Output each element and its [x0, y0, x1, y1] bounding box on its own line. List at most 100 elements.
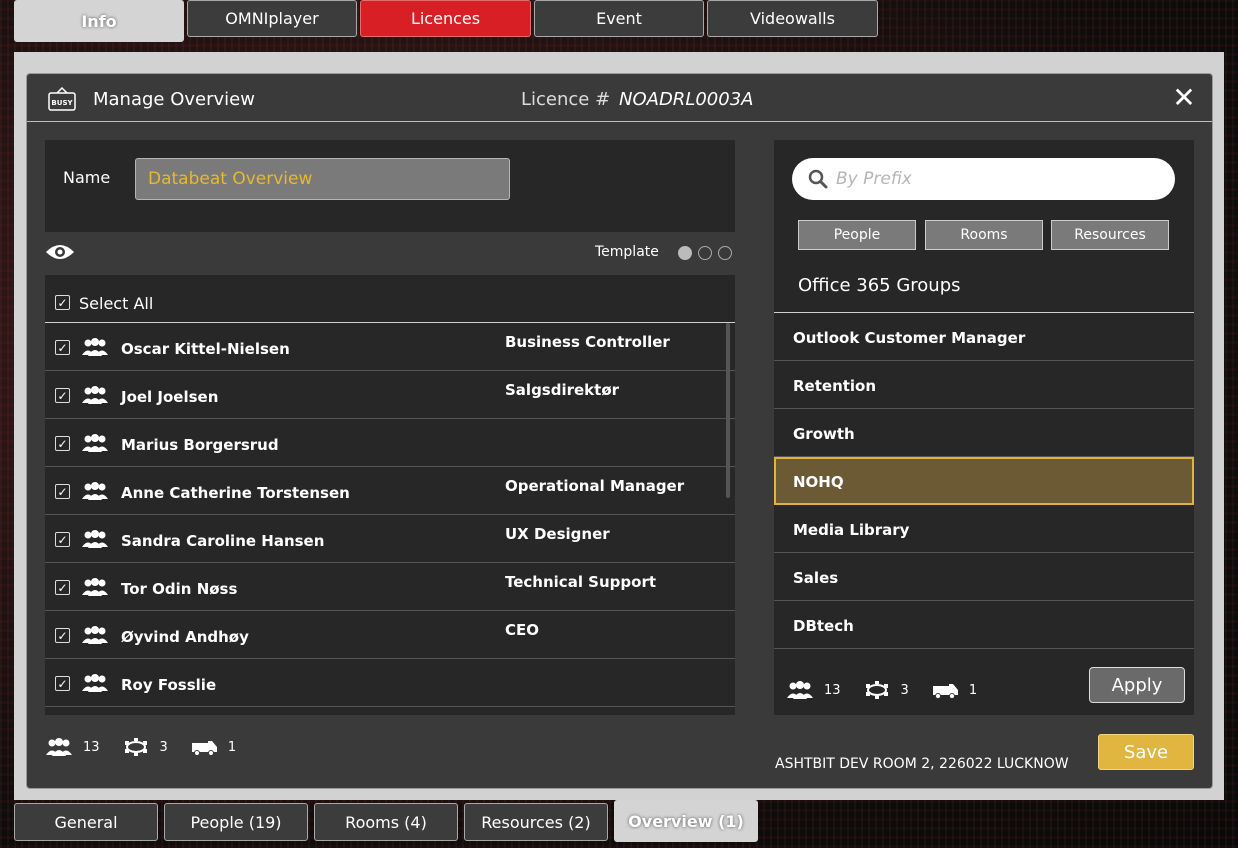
person-group-icon: [81, 577, 109, 597]
search-box[interactable]: [792, 158, 1175, 200]
group-item[interactable]: Retention: [774, 361, 1194, 409]
tab-licences[interactable]: Licences: [360, 0, 531, 37]
person-checkbox[interactable]: ✓: [55, 340, 70, 355]
list-scrollbar[interactable]: [726, 323, 730, 498]
person-group-icon: [81, 481, 109, 501]
tab-rooms[interactable]: Rooms (4): [314, 803, 458, 841]
tab-general[interactable]: General: [14, 803, 158, 841]
tab-info[interactable]: Info: [14, 0, 184, 42]
tab-videowalls[interactable]: Videowalls: [707, 0, 878, 37]
name-section: Name: [45, 140, 735, 232]
name-label: Name: [63, 168, 111, 187]
person-checkbox[interactable]: ✓: [55, 436, 70, 451]
name-input[interactable]: [135, 158, 510, 200]
person-group-icon: [81, 673, 109, 693]
group-item[interactable]: NOHQ: [774, 457, 1194, 505]
select-all-checkbox[interactable]: ✓: [55, 295, 70, 310]
group-item[interactable]: Growth: [774, 409, 1194, 457]
dialog-header: BUSY Manage Overview Licence # NOADRL000…: [27, 74, 1212, 122]
person-group-icon: [81, 337, 109, 357]
group-item[interactable]: DBtech: [774, 601, 1194, 649]
person-name: Tor Odin Nøss: [121, 580, 238, 598]
person-name: Anne Catherine Torstensen: [121, 484, 350, 502]
person-checkbox[interactable]: ✓: [55, 628, 70, 643]
person-role: Technical Support: [505, 573, 657, 591]
person-name: Roy Fosslie: [121, 676, 217, 694]
person-role: Business Controller: [505, 333, 670, 351]
person-group-icon: [81, 529, 109, 549]
person-checkbox[interactable]: ✓: [55, 484, 70, 499]
person-row[interactable]: ✓ Marius Borgersrud: [45, 419, 735, 467]
template-dot-2[interactable]: [698, 246, 712, 260]
apply-button[interactable]: Apply: [1089, 667, 1185, 703]
template-label: Template: [595, 244, 659, 260]
people-count-icon: [787, 681, 813, 699]
groups-title: Office 365 Groups: [798, 275, 961, 296]
resource-count-icon: [191, 741, 217, 756]
person-row[interactable]: ✓ Øyvind Andhøy CEO: [45, 611, 735, 659]
room-count: 3: [159, 739, 168, 755]
select-all-label: Select All: [79, 294, 154, 313]
save-button[interactable]: Save: [1098, 734, 1194, 770]
filter-resources-button[interactable]: Resources: [1051, 220, 1169, 250]
template-dot-1[interactable]: [678, 246, 692, 260]
licence-label: Licence #: [521, 89, 611, 110]
resource-count: 1: [227, 739, 237, 755]
people-count-icon: [46, 738, 72, 756]
group-item[interactable]: Outlook Customer Manager: [774, 313, 1194, 361]
person-name: Marius Borgersrud: [121, 436, 279, 454]
group-item[interactable]: Media Library: [774, 505, 1194, 553]
select-all-row[interactable]: ✓ Select All: [45, 275, 735, 323]
person-row[interactable]: ✓ Oscar Kittel-Nielsen Business Controller: [45, 323, 735, 371]
person-checkbox[interactable]: ✓: [55, 532, 70, 547]
person-row[interactable]: ✓ Roy Fosslie: [45, 659, 735, 707]
resource-count-icon: [932, 684, 958, 699]
close-icon[interactable]: ✕: [1172, 84, 1196, 112]
group-item-label: Outlook Customer Manager: [793, 329, 1026, 347]
tab-omniplayer[interactable]: OMNIplayer: [187, 0, 357, 37]
search-icon: [808, 169, 828, 189]
people-count: 13: [83, 739, 100, 755]
search-input[interactable]: [836, 158, 1156, 200]
tab-people[interactable]: People (19): [164, 803, 308, 841]
person-row[interactable]: ✓ Anne Catherine Torstensen Operational Ma…: [45, 467, 735, 515]
person-name: Øyvind Andhøy: [121, 628, 249, 646]
person-role: Operational Manager: [505, 477, 685, 495]
manage-overview-dialog: BUSY Manage Overview Licence # NOADRL000…: [26, 73, 1213, 789]
person-checkbox[interactable]: ✓: [55, 388, 70, 403]
group-item-label: Retention: [793, 377, 877, 395]
groups-list: Outlook Customer Manager Retention Growth N…: [774, 312, 1194, 649]
filter-rooms-button[interactable]: Rooms: [925, 220, 1043, 250]
group-item[interactable]: Sales: [774, 553, 1194, 601]
person-checkbox[interactable]: ✓: [55, 676, 70, 691]
group-item-label: Media Library: [793, 521, 910, 539]
person-name: Oscar Kittel-Nielsen: [121, 340, 290, 358]
person-row[interactable]: ✓ Tor Odin Nøss Technical Support: [45, 563, 735, 611]
right-summary: 13 3 1: [786, 680, 999, 700]
person-group-icon: [81, 625, 109, 645]
person-name: Sandra Caroline Hansen: [121, 532, 325, 550]
dialog-title: Manage Overview: [93, 89, 255, 110]
eye-icon[interactable]: [45, 242, 75, 262]
room-count-icon: [865, 681, 888, 699]
busy-sign-icon: BUSY: [48, 86, 76, 111]
people-list: ✓ Select All ✓ Oscar Kittel-Nielsen Busine…: [45, 275, 735, 715]
person-role: Salgsdirektør: [505, 381, 620, 399]
group-item-label: Sales: [793, 569, 839, 587]
person-row[interactable]: ✓ Sandra Caroline Hansen UX Designer: [45, 515, 735, 563]
tab-resources[interactable]: Resources (2): [464, 803, 608, 841]
room-count: 3: [900, 682, 909, 698]
person-row[interactable]: ✓ Joel Joelsen Salgsdirektør: [45, 371, 735, 419]
group-item-label: NOHQ: [793, 473, 844, 491]
person-group-icon: [81, 385, 109, 405]
tab-overview[interactable]: Overview (1): [614, 800, 758, 842]
tab-event[interactable]: Event: [534, 0, 704, 37]
licence-number: NOADRL0003A: [619, 89, 754, 110]
busy-icon-text: BUSY: [51, 99, 73, 107]
template-selector: [678, 246, 732, 260]
filter-people-button[interactable]: People: [798, 220, 916, 250]
person-checkbox[interactable]: ✓: [55, 580, 70, 595]
person-role: UX Designer: [505, 525, 610, 543]
person-role: CEO: [505, 621, 540, 639]
template-dot-3[interactable]: [718, 246, 732, 260]
